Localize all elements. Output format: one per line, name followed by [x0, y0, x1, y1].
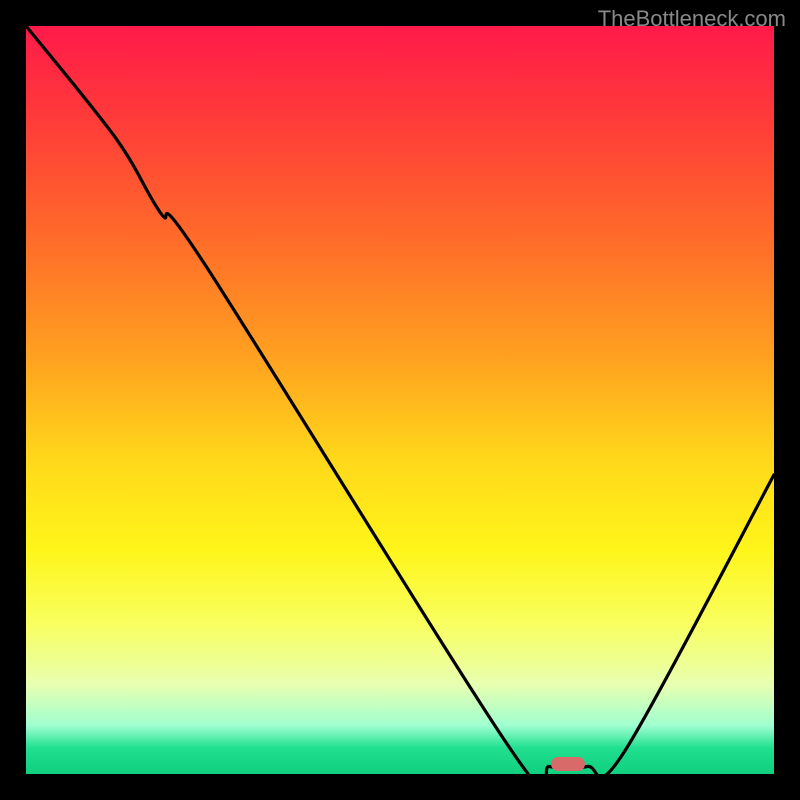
plot-area [26, 26, 774, 774]
watermark-text: TheBottleneck.com [598, 6, 786, 32]
bottleneck-marker [551, 757, 585, 771]
curve-path [26, 26, 774, 774]
curve-svg [26, 26, 774, 774]
